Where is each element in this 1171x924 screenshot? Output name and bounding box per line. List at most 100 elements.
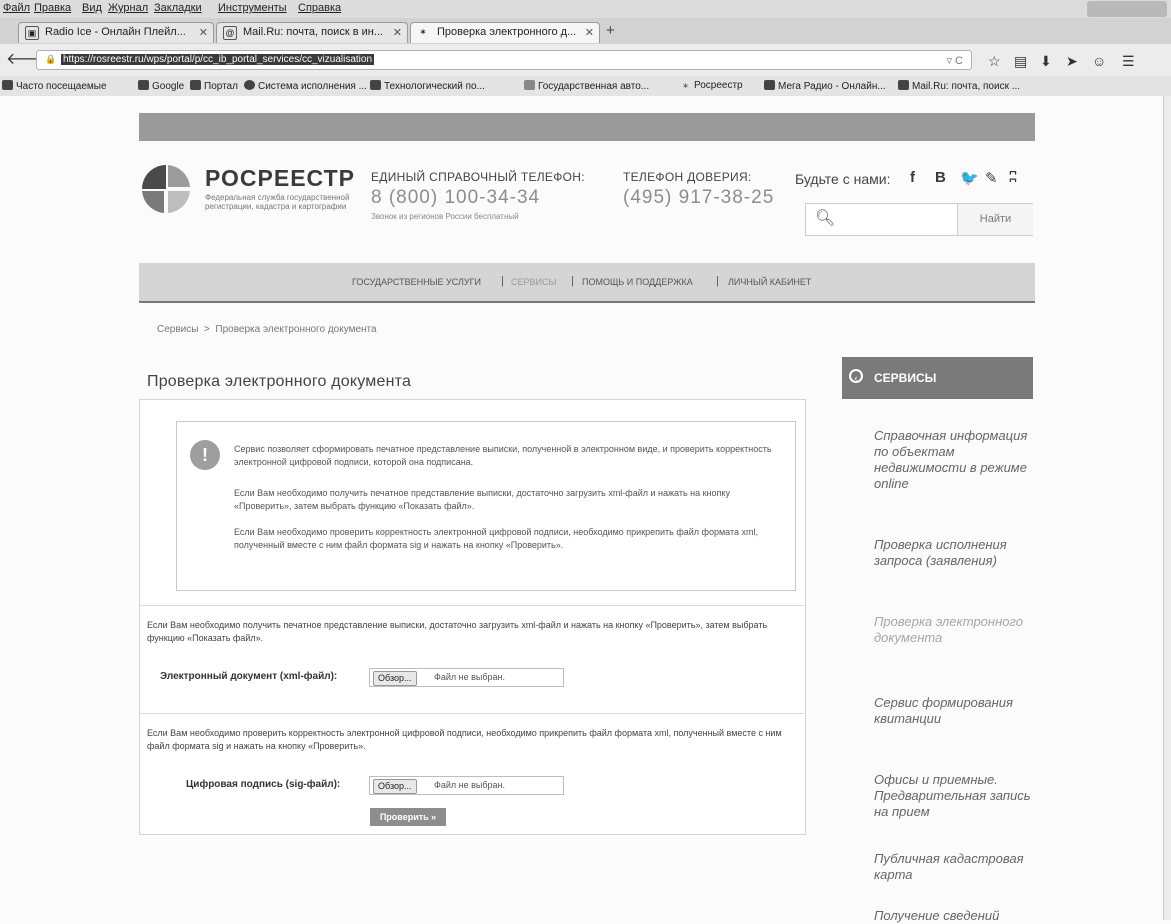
menu-view[interactable]: Вид bbox=[82, 2, 102, 14]
tab-check-document[interactable]: ✶ Проверка электронного д... ✕ bbox=[410, 22, 600, 43]
sig-file-input[interactable]: Обзор... Файл не выбран. bbox=[369, 776, 564, 795]
bookmark-item[interactable]: Google bbox=[138, 80, 184, 92]
breadcrumb: Сервисы > Проверка электронного документ… bbox=[157, 324, 377, 335]
info-paragraph: Сервис позволяет сформировать печатное п… bbox=[234, 444, 772, 467]
bookmarks-bar: Часто посещаемые Google Портал Система и… bbox=[0, 76, 1171, 96]
vk-icon[interactable]: B bbox=[935, 169, 946, 186]
reload-icon[interactable]: ▿ C bbox=[946, 54, 963, 67]
page-scrollbar[interactable] bbox=[1163, 96, 1171, 920]
bookmark-label: Росреестр bbox=[694, 80, 743, 91]
bookmark-icon bbox=[190, 80, 201, 90]
browse-button[interactable]: Обзор... bbox=[373, 779, 417, 794]
tab-title: Radio Ice - Онлайн Плейл... bbox=[45, 26, 186, 38]
logo-subtitle: Федеральная служба государственной регис… bbox=[205, 193, 350, 211]
reading-list-icon[interactable]: ▤ bbox=[1014, 53, 1027, 70]
tab-bar: ▣ Radio Ice - Онлайн Плейл... ✕ @ Mail.R… bbox=[0, 18, 1171, 45]
bookmark-icon bbox=[244, 80, 255, 90]
services-header[interactable]: СЕРВИСЫ bbox=[842, 357, 1033, 399]
bookmark-icon bbox=[2, 80, 13, 90]
sidebar-item-check-document[interactable]: Проверка электронного документа bbox=[874, 614, 1034, 646]
close-icon[interactable]: ✕ bbox=[585, 26, 594, 39]
new-tab-button[interactable]: + bbox=[606, 22, 615, 39]
divider bbox=[140, 605, 805, 606]
window-controls[interactable] bbox=[1087, 1, 1167, 17]
divider bbox=[140, 713, 805, 714]
bookmark-item[interactable]: Государственная авто... bbox=[524, 80, 649, 92]
bookmark-label: Мега Радио - Онлайн... bbox=[778, 81, 886, 92]
rss-icon[interactable]: ʭ bbox=[1009, 169, 1017, 186]
nav-item-account[interactable]: ЛИЧНЫЙ КАБИНЕТ bbox=[728, 277, 811, 287]
tab-radio-ice[interactable]: ▣ Radio Ice - Онлайн Плейл... ✕ bbox=[18, 22, 214, 43]
menu-history[interactable]: Журнал bbox=[108, 2, 148, 14]
chat-icon[interactable]: ☺ bbox=[1092, 53, 1106, 69]
browse-button[interactable]: Обзор... bbox=[373, 671, 417, 686]
back-icon[interactable]: 🡐 bbox=[6, 50, 49, 70]
hotline-phone: 8 (800) 100-34-34 bbox=[371, 187, 541, 208]
menu-bookmarks[interactable]: Закладки bbox=[154, 2, 202, 14]
menu-file[interactable]: Файл bbox=[3, 2, 30, 14]
close-icon[interactable]: ✕ bbox=[393, 26, 402, 39]
bookmark-item[interactable]: Мега Радио - Онлайн... bbox=[764, 80, 886, 92]
xml-instructions: Если Вам необходимо получить печатное пр… bbox=[147, 620, 768, 643]
xml-file-label: Электронный документ (xml-файл): bbox=[160, 671, 338, 682]
file-status: Файл не выбран. bbox=[434, 672, 505, 682]
exclamation-icon: ! bbox=[190, 440, 220, 470]
tab-title: Проверка электронного д... bbox=[437, 26, 577, 38]
rosreestr-icon: ✶ bbox=[419, 27, 427, 37]
bookmark-label: Mail.Ru: почта, поиск ... bbox=[912, 81, 1021, 92]
rosreestr-logo-icon bbox=[142, 165, 190, 213]
bookmark-item[interactable]: Mail.Ru: почта, поиск ... bbox=[898, 80, 1020, 92]
nav-item-gov-services[interactable]: ГОСУДАРСТВЕННЫЕ УСЛУГИ bbox=[352, 277, 481, 287]
search-button[interactable]: Найти bbox=[957, 204, 1033, 235]
check-button[interactable]: Проверить » bbox=[370, 808, 446, 826]
hamburger-menu-icon[interactable]: ☰ bbox=[1122, 53, 1135, 70]
bookmark-label: Система исполнения ... bbox=[258, 81, 367, 92]
browser-menubar: Файл Правка Вид Журнал Закладки Инструме… bbox=[0, 0, 1171, 18]
tab-title: Mail.Ru: почта, поиск в ин... bbox=[243, 26, 383, 38]
sidebar-item-offices[interactable]: Офисы и приемные. Предварительная запись… bbox=[874, 772, 1034, 820]
info-paragraph: Если Вам необходимо получить печатное пр… bbox=[234, 488, 730, 511]
bookmark-item[interactable]: Технологический по... bbox=[370, 80, 485, 92]
star-icon[interactable]: ☆ bbox=[988, 53, 1001, 70]
close-icon[interactable]: ✕ bbox=[199, 26, 208, 39]
bookmark-item[interactable]: Система исполнения ... bbox=[244, 80, 367, 92]
bookmark-label: Портал bbox=[204, 81, 238, 92]
tab-mail-ru[interactable]: @ Mail.Ru: почта, поиск в ин... ✕ bbox=[216, 22, 408, 43]
nav-item-help[interactable]: ПОМОЩЬ И ПОДДЕРЖКА bbox=[582, 277, 693, 287]
sidebar-item-property-info[interactable]: Справочная информация по объектам недвиж… bbox=[874, 428, 1034, 492]
lock-icon: 🔒 bbox=[45, 54, 57, 64]
bookmark-item[interactable]: Портал bbox=[190, 80, 238, 92]
bookmark-label: Государственная авто... bbox=[538, 81, 650, 92]
mail-icon: @ bbox=[223, 26, 237, 40]
bookmark-icon bbox=[138, 80, 149, 90]
breadcrumb-root[interactable]: Сервисы bbox=[157, 324, 198, 335]
radio-icon: ▣ bbox=[25, 26, 39, 40]
menu-edit[interactable]: Правка bbox=[34, 2, 71, 14]
twitter-icon[interactable]: 🐦 bbox=[960, 169, 979, 187]
nav-separator: | bbox=[716, 275, 719, 287]
xml-file-input[interactable]: Обзор... Файл не выбран. bbox=[369, 668, 564, 687]
sidebar-item-get-info[interactable]: Получение сведений bbox=[874, 908, 1034, 924]
file-status: Файл не выбран. bbox=[434, 780, 505, 790]
sidebar-item-cadastral-map[interactable]: Публичная кадастровая карта bbox=[874, 851, 1034, 883]
breadcrumb-current: Проверка электронного документа bbox=[215, 324, 377, 335]
nav-item-services[interactable]: СЕРВИСЫ bbox=[511, 277, 556, 287]
url-bar[interactable]: 🔒 https://rosreestr.ru/wps/portal/p/cc_i… bbox=[36, 50, 972, 70]
nav-separator: | bbox=[571, 275, 574, 287]
top-banner bbox=[139, 113, 1035, 141]
search-input[interactable] bbox=[834, 208, 958, 232]
hotline-label: ЕДИНЫЙ СПРАВОЧНЫЙ ТЕЛЕФОН: bbox=[371, 170, 585, 184]
menu-help[interactable]: Справка bbox=[298, 2, 341, 14]
facebook-icon[interactable]: f bbox=[910, 169, 915, 186]
odnoklassniki-icon[interactable]: ✎ bbox=[985, 169, 998, 187]
menu-tools[interactable]: Инструменты bbox=[218, 2, 287, 14]
download-icon[interactable]: ⬇ bbox=[1040, 53, 1052, 70]
bookmark-item[interactable]: ✶ Росреестр bbox=[680, 80, 743, 91]
bookmark-icon bbox=[370, 80, 381, 90]
bookmark-item[interactable]: Часто посещаемые bbox=[2, 80, 107, 92]
send-icon[interactable]: ➤ bbox=[1066, 53, 1078, 70]
sidebar-item-request-status[interactable]: Проверка исполнения запроса (заявления) bbox=[874, 537, 1034, 569]
sidebar-item-receipt[interactable]: Сервис формирования квитанции bbox=[874, 695, 1034, 727]
nav-separator: | bbox=[501, 275, 504, 287]
logo-name[interactable]: РОСРЕЕСТР bbox=[205, 165, 355, 192]
